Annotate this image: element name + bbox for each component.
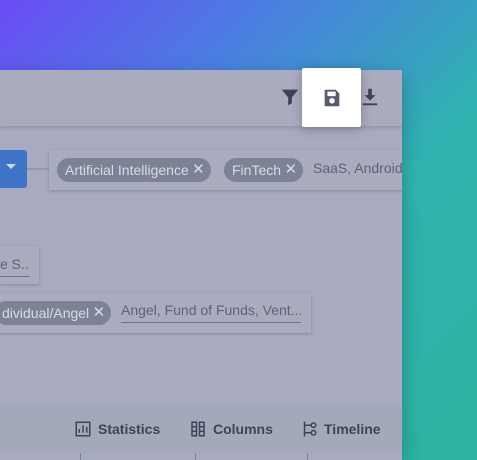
- filter-icon[interactable]: [277, 84, 303, 110]
- columns-icon: [191, 421, 205, 437]
- filter-operator-dropdown[interactable]: [0, 150, 27, 188]
- row-connector: [27, 168, 49, 170]
- statistics-button[interactable]: Statistics: [74, 405, 160, 453]
- columns-button[interactable]: Columns: [189, 405, 273, 453]
- timeline-button[interactable]: Timeline: [300, 405, 381, 453]
- investor-type-input[interactable]: Angel, Fund of Funds, Vent...: [121, 299, 301, 323]
- industry-chip[interactable]: Artificial Intelligence ✕: [57, 158, 211, 182]
- statistics-icon: [75, 421, 91, 437]
- investor-type-filter-pane: dividual/Angel ✕ Angel, Fund of Funds, V…: [0, 293, 311, 333]
- close-icon[interactable]: ✕: [93, 301, 106, 325]
- filter-input[interactable]: e S...: [0, 253, 30, 277]
- filter-pane: e S...: [0, 246, 39, 284]
- search-panel: Artificial Intelligence ✕ FinTech ✕ SaaS…: [0, 70, 402, 460]
- results-toolbar: Statistics Columns Timeline: [0, 405, 402, 453]
- column-divider: [307, 453, 308, 460]
- close-icon[interactable]: ✕: [192, 158, 205, 182]
- timeline-icon: [303, 421, 317, 437]
- save-button[interactable]: [302, 68, 361, 127]
- column-divider: [80, 453, 81, 460]
- save-icon: [324, 89, 339, 106]
- close-icon[interactable]: ✕: [284, 158, 297, 182]
- industry-input[interactable]: SaaS, Android,: [313, 157, 402, 181]
- investor-type-chip[interactable]: dividual/Angel ✕: [0, 301, 112, 325]
- industry-filter-pane: Artificial Intelligence ✕ FinTech ✕ SaaS…: [49, 150, 402, 190]
- column-divider: [195, 453, 196, 460]
- industry-chip[interactable]: FinTech ✕: [224, 158, 304, 182]
